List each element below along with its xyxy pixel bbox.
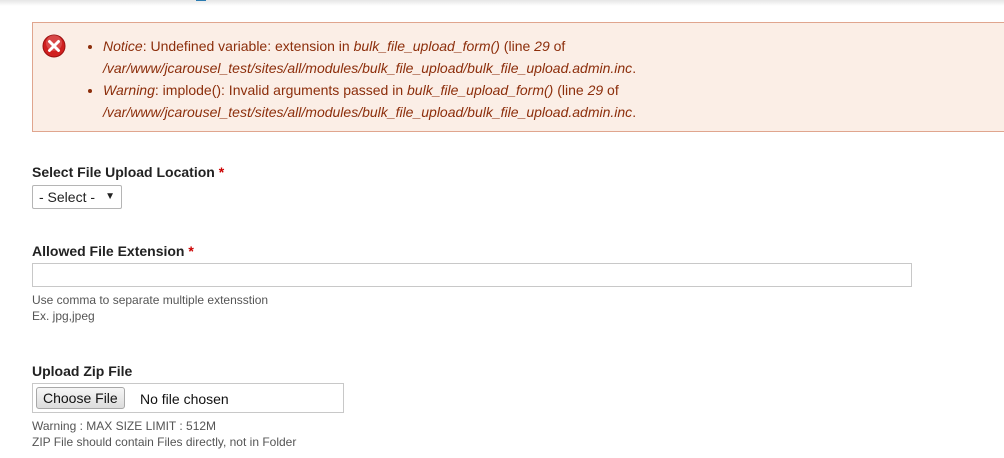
required-mark: *: [218, 164, 225, 180]
message-text: : Undefined variable: extension in: [142, 38, 354, 54]
dropdown-arrow-icon: ▼: [105, 191, 115, 202]
message-type: Notice: [103, 38, 143, 54]
error-x-icon: [42, 34, 66, 58]
extension-help-line-2: Ex. jpg,jpeg: [32, 309, 95, 323]
location-select-value: - Select -: [39, 189, 96, 205]
zip-label-text: Upload Zip File: [32, 363, 133, 379]
message-function: bulk_file_upload_form(): [407, 82, 554, 98]
message-path: /var/www/jcarousel_test/sites/all/module…: [103, 60, 633, 76]
message-item-notice: Notice: Undefined variable: extension in…: [103, 35, 1003, 79]
required-mark: *: [188, 243, 194, 259]
location-label-text: Select File Upload Location: [32, 164, 215, 180]
location-select[interactable]: - Select - ▼: [32, 185, 122, 209]
extension-input[interactable]: [32, 263, 912, 287]
message-line-prefix: (line: [499, 38, 535, 54]
top-edge-shadow: [0, 0, 1004, 6]
extension-label-text: Allowed File Extension: [32, 243, 185, 259]
location-label: Select File Upload Location *: [32, 164, 224, 180]
message-end: .: [632, 60, 637, 76]
error-messages: Notice: Undefined variable: extension in…: [32, 22, 1004, 132]
extension-help: Use comma to separate multiple extenssti…: [32, 292, 268, 324]
message-line-suffix: of: [549, 38, 566, 54]
extension-help-line-1: Use comma to separate multiple extenssti…: [32, 293, 269, 307]
zip-file-input[interactable]: Choose File No file chosen: [32, 383, 344, 413]
cut-off-link-underline: [196, 0, 206, 1]
message-type: Warning: [103, 82, 155, 98]
zip-help-line-2: ZIP File should contain Files directly, …: [32, 435, 297, 449]
zip-help: Warning : MAX SIZE LIMIT : 512M ZIP File…: [32, 418, 296, 450]
message-line-number: 29: [534, 38, 550, 54]
extension-label: Allowed File Extension *: [32, 243, 194, 259]
file-status-text: No file chosen: [140, 391, 229, 407]
message-end: .: [632, 104, 637, 120]
message-line-number: 29: [587, 82, 604, 98]
message-list: Notice: Undefined variable: extension in…: [83, 35, 1003, 123]
message-line-prefix: (line: [553, 82, 588, 98]
page: Notice: Undefined variable: extension in…: [0, 0, 1004, 458]
message-text: : implode(): Invalid arguments passed in: [154, 82, 408, 98]
message-path: /var/www/jcarousel_test/sites/all/module…: [103, 104, 633, 120]
zip-help-line-1: Warning : MAX SIZE LIMIT : 512M: [32, 419, 217, 433]
zip-label: Upload Zip File: [32, 363, 132, 379]
message-line-suffix: of: [603, 82, 619, 98]
message-function: bulk_file_upload_form(): [353, 38, 500, 54]
choose-file-button[interactable]: Choose File: [36, 387, 125, 409]
message-item-warning: Warning: implode(): Invalid arguments pa…: [103, 79, 1003, 123]
